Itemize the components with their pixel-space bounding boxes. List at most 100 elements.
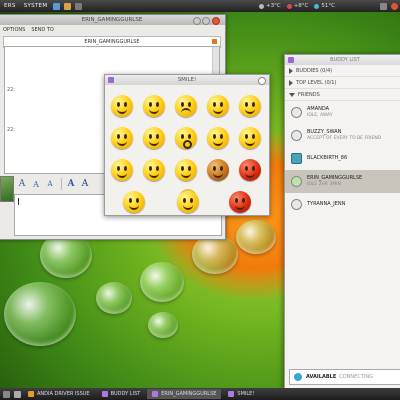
laugh-icon[interactable] [239, 95, 261, 117]
group-label: TOP LEVEL (0/1) [296, 79, 337, 86]
cool-icon[interactable] [143, 159, 165, 181]
menu-options[interactable]: OPTIONS [3, 27, 25, 33]
buddy-status-icon [291, 107, 302, 118]
top-panel: ERS SYSTEM +3°C +8°C 51°C [0, 0, 400, 12]
buddy-status: IDLE, AWAY [307, 113, 333, 118]
angry-icon[interactable] [143, 95, 165, 117]
available-icon [294, 373, 302, 381]
font-color-button[interactable]: A [79, 178, 91, 190]
buddy-status-icon [291, 199, 302, 210]
group-top-level[interactable]: TOP LEVEL (0/1) [285, 77, 400, 89]
buddy-icon-photo[interactable] [0, 176, 14, 202]
pidgin-icon [108, 77, 114, 83]
chat-window-title: ERIN_GAMINGGURLSE [81, 17, 143, 23]
taskbar-label: BUDDY LIST [110, 391, 141, 397]
tongue-icon[interactable] [207, 95, 229, 117]
buddy-name: BUZZY_SWAN [307, 129, 342, 135]
minimize-button[interactable] [193, 17, 201, 25]
buddy-list-title: BUDDY LIST [330, 57, 360, 63]
expander-icon [289, 79, 293, 86]
close-button[interactable] [258, 77, 266, 85]
buddy-list-titlebar[interactable]: BUDDY LIST [285, 55, 400, 65]
group-friends[interactable]: FRIENDS [285, 89, 400, 101]
close-button[interactable] [212, 17, 220, 25]
weather-applet[interactable]: +3°C [256, 3, 284, 9]
taskbar-item[interactable]: SMILE! [223, 389, 259, 399]
buddy-item-selected[interactable]: ERIN_GAMINGGURLSE IDLE 2HR 3MIN [285, 170, 400, 193]
browser-icon[interactable] [53, 2, 61, 10]
status-sublabel: CONNECTING [339, 374, 373, 380]
buddy-item[interactable]: BUZZY_SWAN ACCEPT OF EVERY TO BE FRIEND [285, 124, 400, 147]
format-toolbar: A A A A A [16, 176, 93, 192]
shocked-icon[interactable] [175, 159, 197, 181]
pidgin-icon [288, 57, 294, 63]
group-label: FRIENDS [298, 91, 320, 98]
buddy-status: IDLE 2HR 3MIN [307, 182, 341, 187]
buddy-name: AMANDA [307, 106, 330, 112]
wink-icon[interactable] [111, 127, 133, 149]
buddy-name: TYRANNA_JENN [307, 201, 346, 207]
thinking-icon[interactable] [123, 191, 145, 213]
buddy-name: BLACKBIRTH_86 [307, 155, 348, 161]
font-normal-button[interactable]: A [30, 178, 42, 190]
buddy-item[interactable]: BLACKBIRTH_86 [285, 147, 400, 170]
taskbar-item-active[interactable]: ERIN_GAMINGGURLSE [147, 389, 222, 399]
workspace-icon[interactable] [14, 390, 21, 398]
hdd-temp-applet[interactable]: 51°C [311, 3, 338, 9]
evil-icon[interactable] [229, 191, 251, 213]
bird-avatar-icon [291, 153, 302, 164]
buddy-list-window: BUDDY LIST BUDDIES (0/4) TOP LEVEL (0/1)… [284, 54, 400, 390]
show-desktop-icon[interactable] [3, 390, 10, 398]
font-smaller-button[interactable]: A [44, 178, 56, 190]
taskbar-label: ERIN_GAMINGGURLSE [161, 391, 217, 397]
monkey-icon[interactable] [207, 159, 229, 181]
devil-icon[interactable] [239, 159, 261, 181]
surprised-icon[interactable] [175, 127, 197, 149]
buddy-status: ACCEPT OF EVERY TO BE FRIEND [307, 136, 382, 141]
tab-close-icon[interactable] [212, 39, 217, 44]
taskbar-item[interactable]: BUDDY LIST [97, 389, 146, 399]
status-label: AVAILABLE [306, 374, 337, 380]
angel-icon[interactable] [177, 191, 199, 213]
smiley-popup: SMILE! [104, 74, 270, 216]
font-face-button[interactable]: A [65, 178, 77, 190]
cpu-temp-applet[interactable]: +8°C [284, 3, 312, 9]
temp2-label: 51°C [321, 3, 335, 9]
sad-icon[interactable] [175, 95, 197, 117]
chat-menubar: OPTIONS SEND TO [0, 25, 225, 34]
smiley-titlebar[interactable]: SMILE! [105, 75, 269, 85]
menu-system[interactable]: SYSTEM [20, 3, 52, 9]
power-icon[interactable] [391, 2, 398, 10]
temp1-label: +8°C [293, 3, 309, 9]
bottom-panel: ANDIA DRIVER ISSUE BUDDY LIST ERIN_GAMIN… [0, 388, 400, 400]
status-selector[interactable]: AVAILABLE CONNECTING [289, 369, 400, 385]
confused-icon[interactable] [143, 127, 165, 149]
font-bigger-button[interactable]: A [16, 178, 28, 190]
group-buddies[interactable]: BUDDIES (0/4) [285, 65, 400, 77]
mad-icon[interactable] [111, 159, 133, 181]
grin-icon[interactable] [239, 127, 261, 149]
expander-icon [289, 67, 293, 74]
expander-icon [289, 92, 295, 97]
menu-applications[interactable]: ERS [0, 3, 20, 9]
buddy-item[interactable]: AMANDA IDLE, AWAY [285, 101, 400, 124]
taskbar-label: SMILE! [237, 391, 255, 397]
buddy-item[interactable]: TYRANNA_JENN [285, 193, 400, 216]
group-label: BUDDIES (0/4) [296, 67, 333, 74]
menu-send-to[interactable]: SEND TO [31, 27, 54, 33]
terminal-icon[interactable] [75, 2, 83, 10]
mail-icon[interactable] [64, 2, 72, 10]
conversation-title: ERIN_GAMINGGURLSE [84, 39, 140, 45]
chat-titlebar[interactable]: ERIN_GAMINGGURLSE [0, 15, 225, 25]
maximize-button[interactable] [202, 17, 210, 25]
message-timestamp: 22: [7, 87, 16, 93]
buddy-status-icon [291, 130, 302, 141]
message-timestamp: 22: [7, 127, 16, 133]
smile-icon[interactable] [111, 95, 133, 117]
network-icon[interactable] [380, 2, 387, 10]
taskbar-item[interactable]: ANDIA DRIVER ISSUE [23, 389, 95, 399]
worried-icon[interactable] [207, 127, 229, 149]
weather-label: +3°C [266, 3, 281, 9]
buddy-status-icon [291, 176, 302, 187]
taskbar-label: ANDIA DRIVER ISSUE [37, 391, 90, 397]
